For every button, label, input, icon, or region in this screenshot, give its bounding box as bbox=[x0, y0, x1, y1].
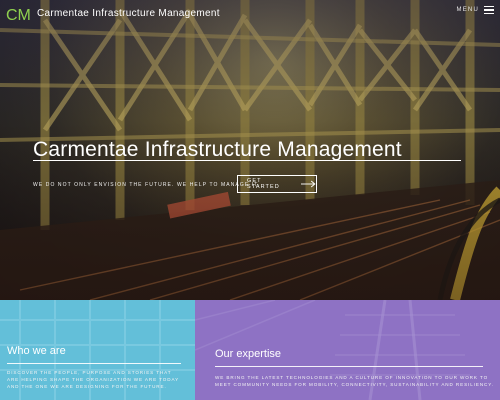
get-started-button[interactable]: GET STARTED bbox=[237, 175, 317, 193]
company-logo[interactable]: CM bbox=[6, 5, 32, 23]
get-started-label: GET STARTED bbox=[247, 178, 280, 190]
who-we-are-divider bbox=[7, 363, 181, 364]
hero-title: Carmentae Infrastructure Management bbox=[33, 138, 402, 162]
who-we-are-title: Who we are bbox=[7, 345, 66, 357]
our-expertise-text: WE BRING THE LATEST TECHNOLOGIES AND A C… bbox=[215, 375, 494, 387]
hero-divider bbox=[33, 160, 461, 161]
hero-section: CM Carmentae Infrastructure Management M… bbox=[0, 0, 500, 300]
our-expertise-title: Our expertise bbox=[215, 348, 282, 360]
our-expertise-divider bbox=[215, 366, 483, 367]
who-we-are-panel[interactable]: Who we are DISCOVER THE PEOPLE, PURPOSE … bbox=[0, 300, 195, 400]
hamburger-icon bbox=[484, 6, 494, 14]
menu-label: MENU bbox=[456, 7, 479, 13]
brand-name[interactable]: Carmentae Infrastructure Management bbox=[37, 8, 220, 19]
menu-button[interactable]: MENU bbox=[457, 6, 494, 14]
logo-text: CM bbox=[6, 7, 31, 23]
hero-tagline: WE DO NOT ONLY ENVISION THE FUTURE. WE H… bbox=[33, 182, 259, 188]
our-expertise-panel[interactable]: Our expertise WE BRING THE LATEST TECHNO… bbox=[195, 300, 500, 400]
arrow-right-icon bbox=[301, 180, 316, 188]
who-we-are-text: DISCOVER THE PEOPLE, PURPOSE AND STORIES… bbox=[7, 370, 180, 389]
top-navigation-bar: CM Carmentae Infrastructure Management M… bbox=[0, 0, 500, 28]
